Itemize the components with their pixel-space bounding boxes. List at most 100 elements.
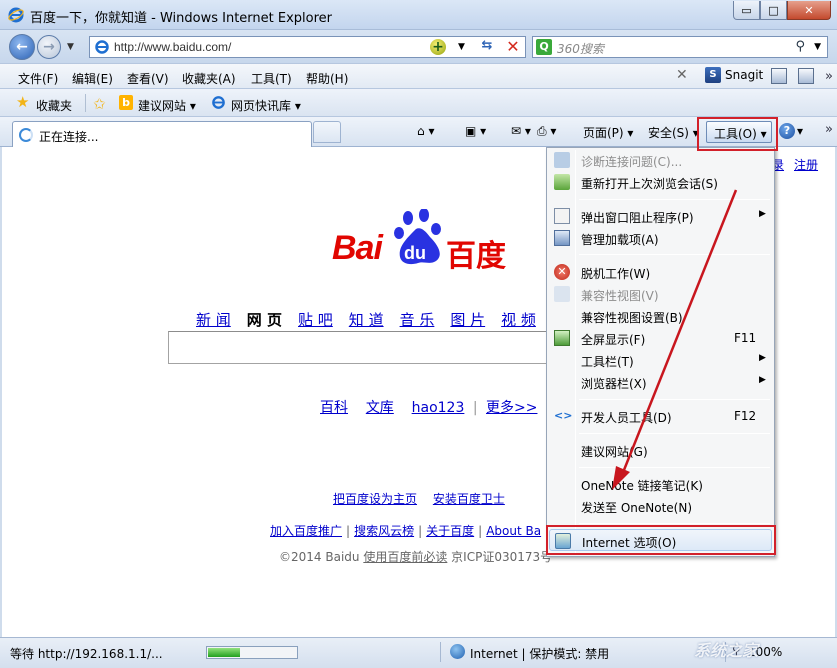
footer-about-en-link[interactable]: About Ba: [486, 524, 541, 538]
address-toolbar: ← → ▼ http://www.baidu.com/ + ▼ ⇆ ✕ Q 36…: [0, 30, 837, 63]
copyright-text: ©2014 Baidu: [279, 550, 360, 564]
search-box[interactable]: Q 360搜索 ⚲ ▼: [532, 36, 828, 58]
window-controls: ▭ □ ✕: [733, 1, 831, 20]
search-icon[interactable]: ⚲: [795, 39, 805, 54]
menu-item-compat-settings[interactable]: 兼容性视图设置(B): [549, 305, 772, 327]
close-button[interactable]: ✕: [787, 1, 831, 20]
menu-item-send-onenote[interactable]: 发送至 OneNote(N): [549, 495, 772, 517]
help-icon[interactable]: ?: [779, 123, 795, 139]
more-commands-icon[interactable]: »: [825, 69, 833, 84]
web-slice-gallery-link[interactable]: 网页快讯库 ▾: [231, 97, 301, 114]
menu-item-fullscreen[interactable]: 全屏显示(F) F11: [549, 327, 772, 349]
register-link[interactable]: 注册: [794, 156, 818, 173]
baidu-logo: Bai du 百度: [332, 209, 512, 274]
menu-item-label: 管理加载项(A): [581, 233, 659, 247]
home-button[interactable]: ⌂ ▾: [417, 124, 434, 138]
diagnose-icon: [554, 152, 570, 168]
help-dropdown-icon[interactable]: ▾: [797, 124, 803, 138]
stop-icon[interactable]: ✕: [504, 37, 522, 56]
link-baike[interactable]: 百科: [320, 400, 348, 416]
web-slice-gallery-label: 网页快讯库: [231, 99, 292, 113]
submenu-arrow-icon: ▶: [759, 209, 766, 219]
baidu-search-input[interactable]: [168, 331, 548, 364]
menu-item-label: 建议网站(G): [581, 445, 648, 459]
add-favorite-icon[interactable]: ✩: [93, 95, 106, 113]
tab-baidu[interactable]: 正在连接...: [12, 121, 312, 147]
menu-separator: [579, 199, 770, 200]
menu-item-diagnose[interactable]: 诊断连接问题(C)...: [549, 149, 772, 171]
nav-images[interactable]: 图 片: [450, 309, 485, 330]
menu-item-label: 全屏显示(F): [581, 333, 646, 347]
nav-news[interactable]: 新 闻: [196, 309, 231, 330]
search-dropdown-icon[interactable]: ▼: [814, 42, 821, 52]
favorites-separator: [85, 94, 86, 112]
suggested-sites-link[interactable]: 建议网站 ▾: [138, 97, 196, 114]
link-more[interactable]: 更多>>: [486, 400, 537, 416]
menu-item-shortcut: F11: [734, 331, 757, 345]
internet-options-highlight: [546, 525, 776, 555]
refresh-icon[interactable]: ⇆: [478, 38, 496, 56]
tab-title: 正在连接...: [39, 130, 99, 144]
favorites-button[interactable]: 收藏夹: [36, 97, 72, 114]
minimize-button[interactable]: ▭: [733, 1, 760, 20]
print-button[interactable]: ⎙ ▾: [537, 124, 556, 139]
footer-promote-link[interactable]: 加入百度推广: [270, 524, 342, 538]
nav-tieba[interactable]: 贴 吧: [298, 309, 333, 330]
favorites-star-icon[interactable]: ★: [16, 95, 29, 110]
history-dropdown-icon[interactable]: ▼: [67, 42, 74, 52]
nav-video[interactable]: 视 频: [501, 309, 536, 330]
snagit-capture-icon[interactable]: [771, 68, 787, 84]
menu-item-label: 脱机工作(W): [581, 267, 651, 281]
menu-item-explorer-bars[interactable]: 浏览器栏(X) ▶: [549, 371, 772, 393]
more-commands-chevron-icon[interactable]: »: [825, 122, 833, 137]
menu-item-onenote-linked[interactable]: OneNote 链接笔记(K): [549, 473, 772, 495]
forward-button[interactable]: →: [37, 35, 61, 59]
new-tab-button[interactable]: [313, 121, 341, 143]
feeds-button[interactable]: ▣ ▾: [465, 124, 486, 138]
menu-item-toolbars[interactable]: 工具栏(T) ▶: [549, 349, 772, 371]
snagit-toolbar[interactable]: S Snagit: [705, 67, 763, 83]
close-toolbar-icon[interactable]: ✕: [676, 67, 688, 83]
maximize-button[interactable]: □: [760, 1, 787, 20]
nav-zhidao[interactable]: 知 道: [349, 309, 384, 330]
menu-item-manage-addons[interactable]: 管理加载项(A): [549, 227, 772, 249]
menu-item-popup-blocker[interactable]: 弹出窗口阻止程序(P) ▶: [549, 205, 772, 227]
search-provider-icon: Q: [536, 39, 552, 55]
security-zone-text[interactable]: Internet | 保护模式: 禁用: [470, 645, 609, 662]
footer-separator: |: [418, 524, 423, 538]
search-placeholder[interactable]: 360搜索: [557, 40, 604, 57]
nav-music[interactable]: 音 乐: [400, 309, 435, 330]
menu-view[interactable]: 查看(V): [127, 70, 169, 87]
link-hao123[interactable]: hao123: [412, 400, 465, 416]
menu-edit[interactable]: 编辑(E): [72, 70, 113, 87]
menu-item-dev-tools[interactable]: <> 开发人员工具(D) F12: [549, 405, 772, 427]
footer-separator: |: [346, 524, 351, 538]
address-dropdown-icon[interactable]: ▼: [458, 42, 465, 52]
link-wenku[interactable]: 文库: [366, 400, 394, 416]
set-homepage-link[interactable]: 把百度设为主页: [333, 492, 417, 506]
snagit-editor-icon[interactable]: [798, 68, 814, 84]
install-guard-link[interactable]: 安装百度卫士: [433, 492, 505, 506]
url-text[interactable]: http://www.baidu.com/: [114, 40, 231, 54]
footer-about-cn-link[interactable]: 关于百度: [426, 524, 474, 538]
safety-menu-label: 安全(S): [648, 126, 689, 140]
menu-help[interactable]: 帮助(H): [306, 70, 348, 87]
menu-tools[interactable]: 工具(T): [251, 70, 292, 87]
back-button[interactable]: ←: [9, 34, 35, 60]
compatibility-view-icon[interactable]: +: [430, 39, 446, 55]
safety-menu-button[interactable]: 安全(S) ▾: [648, 124, 699, 141]
footer-ranking-link[interactable]: 搜索风云榜: [354, 524, 414, 538]
menu-item-work-offline[interactable]: ✕ 脱机工作(W): [549, 261, 772, 283]
address-bar[interactable]: http://www.baidu.com/ + ▼ ⇆ ✕: [89, 36, 526, 58]
page-menu-button[interactable]: 页面(P) ▾: [583, 124, 633, 141]
terms-link[interactable]: 使用百度前必读: [363, 550, 447, 564]
menu-item-compat-view[interactable]: 兼容性视图(V): [549, 283, 772, 305]
menu-file[interactable]: 文件(F): [18, 70, 58, 87]
nav-web[interactable]: 网 页: [247, 309, 282, 330]
snagit-label: Snagit: [725, 68, 764, 82]
menu-item-reopen-session[interactable]: 重新打开上次浏览会话(S): [549, 171, 772, 193]
menu-item-label: 工具栏(T): [581, 355, 634, 369]
read-mail-button[interactable]: ✉ ▾: [511, 124, 531, 138]
menu-item-suggested-sites[interactable]: 建议网站(G): [549, 439, 772, 461]
menu-favorites[interactable]: 收藏夹(A): [182, 70, 236, 87]
